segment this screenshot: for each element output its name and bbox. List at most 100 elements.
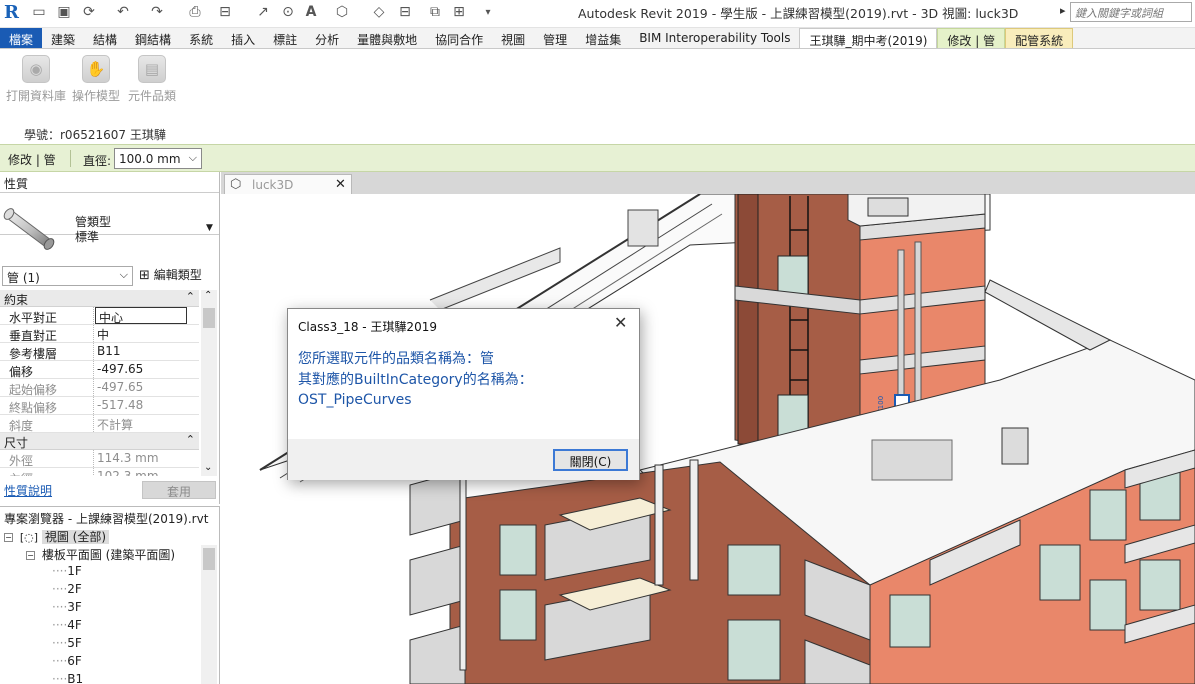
student-id-label: 學號：r06521607 王琪驊 [24, 128, 166, 142]
property-row[interactable]: 參考樓層 B11 [0, 343, 199, 361]
tree-level-b1[interactable]: ····B1 [52, 672, 83, 684]
collapse-icon[interactable]: ⌃ [186, 290, 195, 303]
tab-structure[interactable]: 結構 [84, 28, 126, 48]
text-icon[interactable]: A [302, 3, 320, 21]
chevron-down-icon[interactable]: ⌵ [120, 268, 128, 282]
revit-logo[interactable]: R [4, 2, 26, 24]
property-name: 垂直對正 [0, 325, 94, 343]
close-hidden-icon[interactable]: ⧉ [426, 3, 444, 21]
open-database-button[interactable]: ◉ 打開資料庫 [6, 55, 66, 104]
options-bar: 修改 | 管 直徑: 100.0 mm ⌵ [0, 144, 1195, 172]
3d-view-icon[interactable]: ⬡ [333, 3, 351, 21]
edit-type-button[interactable]: ⊞ 編輯類型 [139, 266, 202, 283]
property-row: 外徑 114.3 mm [0, 450, 199, 468]
tab-analyze[interactable]: 分析 [306, 28, 348, 48]
collapse-icon[interactable]: ⌃ [186, 433, 195, 446]
tab-piping-systems[interactable]: 配管系統 [1005, 28, 1074, 48]
pipe-type-icon [3, 208, 55, 250]
tab-manage[interactable]: 管理 [534, 28, 576, 48]
tab-architecture[interactable]: 建築 [42, 28, 84, 48]
property-value[interactable]: 中 [94, 325, 199, 342]
close-icon[interactable]: ✕ [614, 313, 627, 332]
dialog-title: Class3_18 - 王琪驊2019 [298, 320, 437, 334]
properties-scrollbar[interactable]: ⌃ ⌄ [201, 290, 217, 476]
scroll-down-icon[interactable]: ⌄ [204, 462, 212, 473]
thin-lines-icon[interactable]: ⊟ [396, 3, 414, 21]
tab-addins[interactable]: 增益集 [576, 28, 630, 48]
search-input[interactable]: 鍵入關鍵字或詞組 [1070, 2, 1192, 22]
level-label: B1 [67, 672, 84, 684]
undo-icon[interactable]: ↶ [114, 3, 132, 21]
search-chevron-icon[interactable]: ▸ [1060, 4, 1066, 17]
view-tab-luck3d[interactable]: ⬡ luck3D ✕ [224, 174, 352, 194]
options-separator [70, 150, 71, 167]
apply-button[interactable]: 套用 [142, 481, 216, 499]
tab-file[interactable]: 檔案 [0, 28, 43, 48]
group-dimensions[interactable]: 尺寸 ⌃ [0, 433, 199, 450]
property-row: 斜度 不計算 [0, 415, 199, 433]
property-value[interactable]: -497.65 [94, 361, 199, 378]
property-row[interactable]: 偏移 -497.65 [0, 361, 199, 379]
tab-systems[interactable]: 系統 [180, 28, 222, 48]
element-category-button[interactable]: ▤ 元件品類 [122, 55, 182, 104]
tab-collaborate[interactable]: 協同合作 [426, 28, 492, 48]
print-icon[interactable]: ⎙ [186, 3, 204, 21]
tree-level-1f[interactable]: ····1F [52, 564, 82, 578]
sync-icon[interactable]: ⟳ [80, 3, 98, 21]
tree-root-views[interactable]: − [◌] 視圖 (全部) [4, 528, 110, 545]
scroll-thumb[interactable] [203, 308, 215, 328]
save-icon[interactable]: ▣ [55, 3, 73, 21]
tag-icon[interactable]: ⊙ [279, 3, 297, 21]
close-button[interactable]: 關閉(C) [553, 449, 628, 471]
measure-icon[interactable]: ⊟ [216, 3, 234, 21]
tab-bim-interoperability[interactable]: BIM Interoperability Tools [630, 28, 799, 48]
tab-midterm[interactable]: 王琪驊_期中考(2019) [799, 28, 938, 48]
collapse-icon[interactable]: − [4, 533, 13, 542]
section-icon[interactable]: ◇ [370, 3, 388, 21]
tree-level-6f[interactable]: ····6F [52, 654, 82, 668]
dimension-icon[interactable]: ↗ [254, 3, 272, 21]
group-label: 約束 [4, 293, 29, 307]
tab-insert[interactable]: 插入 [222, 28, 264, 48]
tree-level-3f[interactable]: ····3F [52, 600, 82, 614]
property-name: 水平對正 [0, 307, 94, 325]
modify-context-label: 修改 | 管 [8, 153, 56, 167]
diameter-select[interactable]: 100.0 mm ⌵ [114, 148, 202, 169]
tab-massing[interactable]: 量體與敷地 [348, 28, 426, 48]
chevron-down-icon[interactable]: ⌵ [189, 151, 197, 165]
scroll-up-icon[interactable]: ⌃ [204, 290, 212, 301]
chevron-down-icon[interactable]: ▼ [206, 223, 213, 233]
customize-chevron-icon[interactable]: ▾ [482, 3, 494, 21]
property-name: 斜度 [0, 415, 94, 433]
operate-model-button[interactable]: ✋ 操作模型 [66, 55, 126, 104]
property-row[interactable]: 垂直對正中 [0, 325, 199, 343]
browser-scrollbar[interactable] [201, 545, 217, 684]
close-icon[interactable]: ✕ [335, 177, 346, 192]
tree-level-2f[interactable]: ····2F [52, 582, 82, 596]
tree-level-4f[interactable]: ····4F [52, 618, 82, 632]
properties-help-link[interactable]: 性質說明 [4, 482, 52, 499]
diameter-label: 直徑: [83, 154, 112, 168]
switch-windows-icon[interactable]: ⊞ [450, 3, 468, 21]
level-label: 2F [67, 582, 82, 596]
redo-icon[interactable]: ↷ [148, 3, 166, 21]
open-icon[interactable]: ▭ [30, 3, 48, 21]
type-selector[interactable]: 管類型 標準 ▼ [0, 192, 219, 250]
tab-view[interactable]: 視圖 [492, 28, 534, 48]
group-constraints[interactable]: 約束 ⌃ [0, 290, 199, 307]
tree-level-5f[interactable]: ····5F [52, 636, 82, 650]
property-row[interactable]: 水平對正 中心 [0, 307, 199, 325]
property-value[interactable]: B11 [94, 343, 199, 360]
property-grid: 約束 ⌃ 水平對正 中心 垂直對正中 參考樓層 B11 偏移 -497.65 起始偏移… [0, 290, 199, 476]
scroll-thumb[interactable] [203, 548, 215, 570]
edit-type-icon: ⊞ [139, 268, 150, 283]
tree-floor-plans[interactable]: − 樓板平面圖 (建築平面圖) [26, 546, 175, 563]
tab-steel[interactable]: 鋼結構 [126, 28, 180, 48]
property-row: 內徑102.3 mm [0, 468, 199, 476]
tab-annotate[interactable]: 標註 [264, 28, 306, 48]
element-category-label: 元件品類 [127, 89, 176, 103]
tab-modify-pipe[interactable]: 修改 | 管 [937, 28, 1006, 48]
property-value-input[interactable]: 中心 [95, 307, 187, 324]
instance-filter-select[interactable]: 管 (1) ⌵ [2, 266, 133, 286]
collapse-icon[interactable]: − [26, 551, 35, 560]
